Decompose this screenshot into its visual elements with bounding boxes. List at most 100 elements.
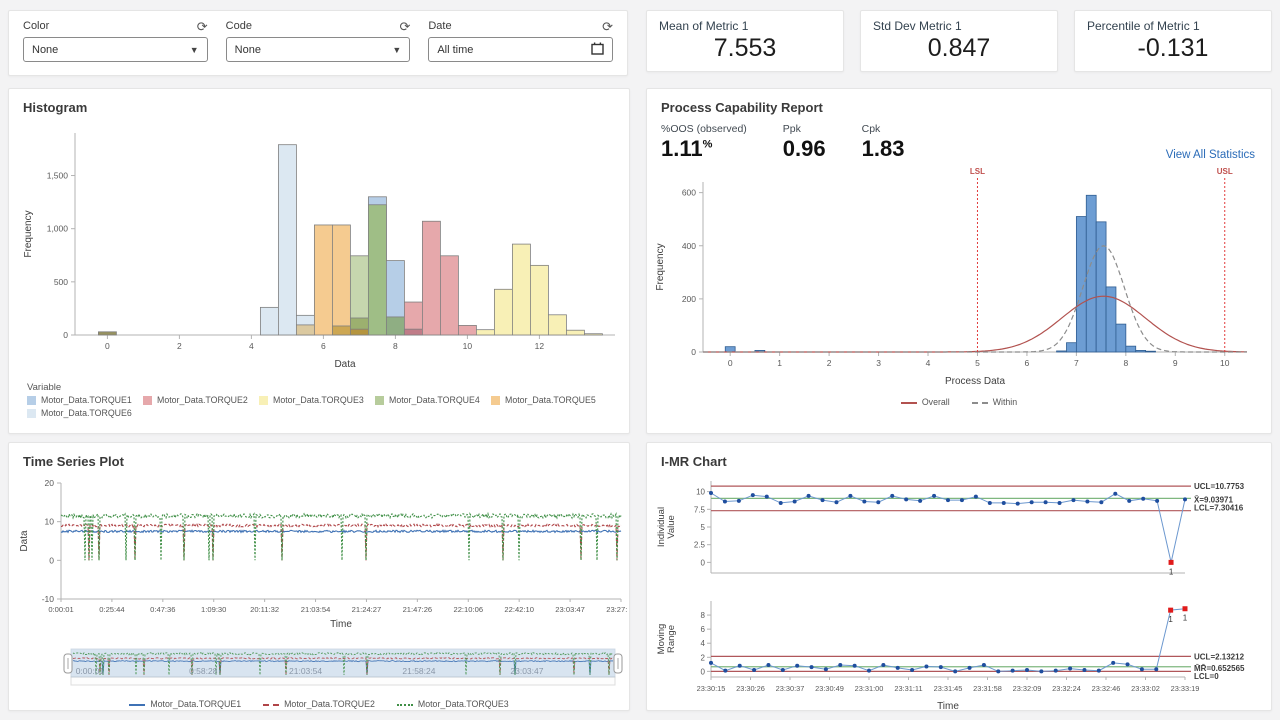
calendar-icon [591, 42, 604, 58]
chevron-down-icon: ▼ [392, 45, 401, 55]
svg-text:23:32:24: 23:32:24 [1052, 684, 1081, 693]
histogram-chart: 05001,0001,500024681012DataFrequency [17, 121, 621, 375]
timeseries-legend: Motor_Data.TORQUE1Motor_Data.TORQUE2Moto… [9, 699, 629, 709]
view-all-statistics-link[interactable]: View All Statistics [1166, 149, 1255, 161]
svg-text:4: 4 [249, 341, 254, 351]
svg-text:2: 2 [701, 653, 706, 662]
svg-text:10: 10 [1220, 358, 1230, 368]
svg-text:4: 4 [926, 358, 931, 368]
svg-text:10: 10 [45, 517, 55, 527]
svg-text:23:33:19: 23:33:19 [1171, 684, 1200, 693]
metric-title: Std Dev Metric 1 [873, 19, 1045, 33]
time-range-selector[interactable]: 0:00:010:58:2821:03:5421:58:2423:03:47 [63, 646, 623, 688]
panel-title: Histogram [9, 89, 629, 115]
legend-item: Motor_Data.TORQUE4 [375, 395, 491, 405]
svg-text:Time: Time [330, 619, 352, 630]
svg-text:21:47:26: 21:47:26 [403, 605, 433, 614]
capability-stats: %OOS (observed) 1.11% Ppk 0.96 Cpk 1.83 … [647, 115, 1271, 162]
metric-value: 7.553 [659, 34, 831, 63]
legend-title: Variable [9, 380, 629, 395]
legend-swatch [27, 409, 36, 418]
svg-text:10: 10 [463, 341, 473, 351]
svg-text:Frequency: Frequency [23, 210, 34, 257]
svg-text:500: 500 [54, 277, 68, 287]
svg-text:0:00:01: 0:00:01 [76, 666, 105, 676]
svg-text:IndividualValue: IndividualValue [656, 507, 677, 547]
svg-text:400: 400 [682, 241, 696, 251]
stat-cpk: Cpk 1.83 [862, 123, 905, 162]
color-select[interactable]: None ▼ [23, 37, 208, 62]
legend-swatch [491, 396, 500, 405]
filter-label-color: Color [23, 20, 49, 32]
svg-text:20:11:32: 20:11:32 [250, 605, 279, 614]
imr-chart: 02.557.5101UCL=10.7753X̄=9.03971LCL=7.30… [649, 471, 1271, 715]
legend-swatch [259, 396, 268, 405]
metric-card-mean: Mean of Metric 1 7.553 [646, 10, 844, 72]
svg-text:8: 8 [393, 341, 398, 351]
legend-swatch [27, 396, 36, 405]
color-select-value: None [32, 44, 58, 56]
filter-bar: Color ⟳ None ▼ Code ⟳ None ▼ Date ⟳ All … [8, 10, 628, 76]
svg-text:23:03:47: 23:03:47 [555, 605, 585, 614]
svg-text:23:33:02: 23:33:02 [1131, 684, 1160, 693]
svg-text:0:47:36: 0:47:36 [150, 605, 175, 614]
metric-card-percentile: Percentile of Metric 1 -0.131 [1074, 10, 1272, 72]
svg-text:23:03:47: 23:03:47 [510, 666, 543, 676]
svg-text:0:58:28: 0:58:28 [189, 666, 218, 676]
svg-text:23:32:09: 23:32:09 [1013, 684, 1042, 693]
svg-text:4: 4 [701, 639, 706, 648]
legend-swatch [143, 396, 152, 405]
svg-text:2: 2 [827, 358, 832, 368]
refresh-icon[interactable]: ⟳ [197, 21, 208, 32]
svg-text:5: 5 [975, 358, 980, 368]
legend-item: Overall [901, 397, 950, 407]
refresh-icon[interactable]: ⟳ [399, 21, 410, 32]
svg-text:6: 6 [701, 625, 706, 634]
legend-swatch [375, 396, 384, 405]
legend-item: Motor_Data.TORQUE1 [27, 395, 143, 405]
svg-text:21:03:54: 21:03:54 [289, 666, 322, 676]
svg-text:23:31:11: 23:31:11 [894, 684, 922, 693]
capability-panel: Process Capability Report %OOS (observed… [646, 88, 1272, 434]
histogram-panel: Histogram 05001,0001,500024681012DataFre… [8, 88, 630, 434]
svg-text:0: 0 [49, 555, 54, 565]
svg-text:6: 6 [321, 341, 326, 351]
stat-oos: %OOS (observed) 1.11% [661, 123, 747, 162]
svg-text:5: 5 [701, 523, 706, 532]
svg-text:UCL=2.13212: UCL=2.13212 [1194, 652, 1245, 661]
svg-text:0: 0 [701, 558, 706, 567]
code-select[interactable]: None ▼ [226, 37, 411, 62]
code-select-value: None [235, 44, 261, 56]
stat-ppk: Ppk 0.96 [783, 123, 826, 162]
svg-text:21:24:27: 21:24:27 [352, 605, 382, 614]
svg-text:23:30:49: 23:30:49 [815, 684, 844, 693]
svg-text:7: 7 [1074, 358, 1079, 368]
svg-text:UCL=10.7753: UCL=10.7753 [1194, 482, 1245, 491]
svg-text:10: 10 [696, 488, 705, 497]
svg-text:21:03:54: 21:03:54 [301, 605, 331, 614]
svg-text:8: 8 [701, 611, 706, 620]
filter-label-date: Date [428, 20, 451, 32]
refresh-icon[interactable]: ⟳ [602, 21, 613, 32]
legend-item: Motor_Data.TORQUE5 [491, 395, 607, 405]
date-select-value: All time [437, 44, 473, 56]
capability-legend: OverallWithin [647, 397, 1271, 407]
svg-text:23:32:46: 23:32:46 [1092, 684, 1121, 693]
svg-text:1: 1 [1169, 567, 1174, 576]
svg-text:1:09:30: 1:09:30 [201, 605, 226, 614]
date-select[interactable]: All time [428, 37, 613, 62]
timeseries-chart: -10010200:00:010:25:440:47:361:09:3020:1… [15, 477, 627, 633]
filter-group-code: Code ⟳ None ▼ [226, 20, 411, 66]
legend-item: Motor_Data.TORQUE2 [263, 699, 375, 709]
svg-text:1: 1 [1183, 614, 1188, 623]
svg-text:0: 0 [105, 341, 110, 351]
legend-swatch [901, 402, 917, 404]
svg-text:MovingRange: MovingRange [656, 624, 677, 655]
svg-text:0: 0 [691, 347, 696, 357]
svg-text:0: 0 [728, 358, 733, 368]
chevron-down-icon: ▼ [190, 45, 199, 55]
svg-text:-10: -10 [42, 594, 55, 604]
histogram-legend: Motor_Data.TORQUE1Motor_Data.TORQUE2 Moto… [9, 395, 609, 421]
legend-item: Motor_Data.TORQUE2 [143, 395, 259, 405]
capability-chart: 0200400600012345678910LSLUSLProcess Data… [651, 164, 1267, 392]
